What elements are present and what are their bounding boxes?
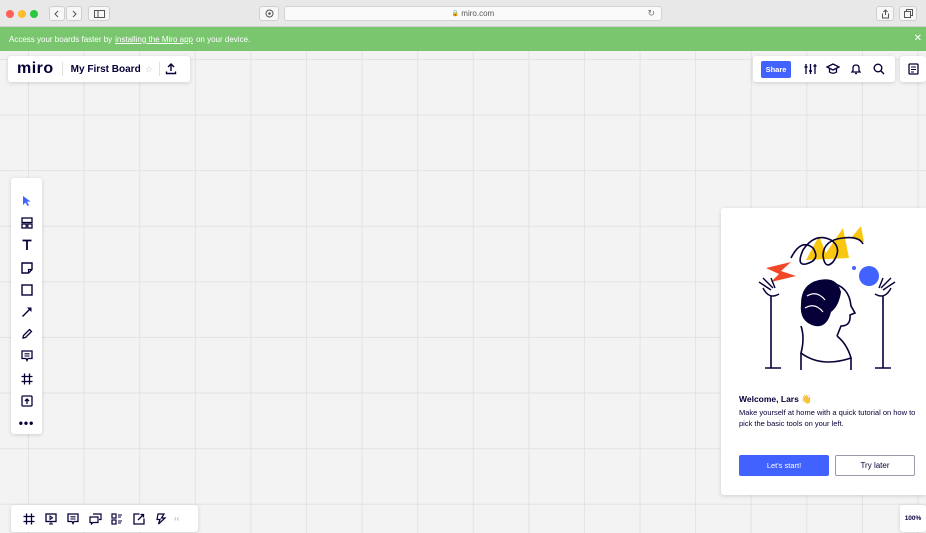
install-app-banner: Access your boards faster by installing … xyxy=(0,27,926,51)
chat-icon xyxy=(88,512,102,525)
upload-tool[interactable] xyxy=(11,390,42,412)
close-window-button[interactable] xyxy=(6,10,14,18)
select-tool[interactable] xyxy=(11,190,42,212)
board-header: miro My First Board ☆ xyxy=(8,56,190,82)
maximize-window-button[interactable] xyxy=(30,10,38,18)
bell-icon xyxy=(850,64,862,75)
install-app-link[interactable]: installing the Miro app xyxy=(115,35,193,44)
settings-button[interactable] xyxy=(799,63,821,75)
welcome-illustration xyxy=(758,226,896,370)
start-tutorial-button[interactable]: Let's start! xyxy=(739,455,829,476)
notes-icon xyxy=(907,63,919,75)
cards-icon xyxy=(111,512,122,525)
search-icon xyxy=(873,63,885,75)
text-icon xyxy=(22,240,31,251)
connection-line-tool[interactable] xyxy=(11,301,42,323)
comment-icon xyxy=(20,350,33,363)
lightning-icon xyxy=(156,512,167,524)
export-button[interactable] xyxy=(160,63,182,75)
frame-tool[interactable] xyxy=(11,368,42,390)
try-later-button[interactable]: Try later xyxy=(835,455,915,476)
comment-tool[interactable] xyxy=(11,345,42,367)
tabs-overview-button[interactable] xyxy=(899,6,917,21)
star-icon[interactable]: ☆ xyxy=(145,64,153,75)
share-page-button[interactable] xyxy=(876,6,894,21)
chat-button[interactable] xyxy=(84,512,106,525)
miro-logo[interactable]: miro xyxy=(8,60,62,78)
tabs-icon xyxy=(903,9,913,18)
frame-icon xyxy=(21,373,32,385)
templates-icon xyxy=(20,217,33,229)
notes-button[interactable] xyxy=(900,56,926,82)
zoom-level[interactable]: 100% xyxy=(900,505,926,532)
upload-icon xyxy=(20,395,33,407)
activity-button[interactable] xyxy=(150,512,172,525)
templates-tool[interactable] xyxy=(11,212,42,234)
shape-icon xyxy=(20,284,33,296)
forward-button[interactable] xyxy=(66,6,82,21)
sticky-note-icon xyxy=(20,261,33,274)
creation-toolbar: ••• xyxy=(11,178,42,434)
presentation-icon xyxy=(45,512,57,524)
connection-line-icon xyxy=(21,307,31,318)
shield-icon xyxy=(265,9,273,18)
share-button[interactable]: Share xyxy=(761,60,791,78)
close-banner-icon[interactable]: ✕ xyxy=(914,33,922,44)
chevron-right-icon xyxy=(72,10,77,17)
text-tool[interactable] xyxy=(11,234,42,256)
lock-icon: 🔒 xyxy=(451,11,460,17)
search-button[interactable] xyxy=(868,63,890,75)
card-view-button[interactable] xyxy=(106,512,128,525)
graduation-cap-icon xyxy=(826,63,840,74)
banner-text-after: on your device. xyxy=(195,34,251,44)
reload-icon[interactable]: ↻ xyxy=(647,8,655,19)
browser-toolbar: 🔒 miro.com ↻ xyxy=(0,0,926,27)
notifications-button[interactable] xyxy=(845,63,867,75)
address-text: miro.com xyxy=(461,9,495,18)
screen-share-icon xyxy=(133,512,145,525)
frame-icon xyxy=(23,513,35,524)
board-actions: Share xyxy=(753,56,895,82)
welcome-body: Make yourself at home with a quick tutor… xyxy=(739,408,916,428)
sidebar-toggle-button[interactable] xyxy=(88,6,110,21)
pen-icon xyxy=(21,328,32,340)
shape-tool[interactable] xyxy=(11,279,42,301)
comments-button[interactable] xyxy=(62,512,84,525)
bottom-toolbar: ‹‹ xyxy=(11,505,198,532)
learning-center-button[interactable] xyxy=(822,63,844,75)
share-icon xyxy=(881,8,889,18)
presentation-button[interactable] xyxy=(40,512,62,525)
chevron-left-icon xyxy=(54,10,59,17)
minimize-window-button[interactable] xyxy=(18,10,26,18)
frames-button[interactable] xyxy=(18,513,40,525)
upload-icon xyxy=(165,63,176,75)
welcome-tutorial-card: Welcome, Lars 👋 Make yourself at home wi… xyxy=(721,208,926,495)
sticky-note-tool[interactable] xyxy=(11,257,42,279)
board-title[interactable]: My First Board xyxy=(63,64,141,75)
address-bar[interactable]: 🔒 miro.com ↻ xyxy=(284,6,662,21)
welcome-title: Welcome, Lars 👋 xyxy=(739,394,812,404)
privacy-report-button[interactable] xyxy=(259,6,279,21)
sidebar-icon xyxy=(93,9,105,18)
banner-text-before: Access your boards faster by xyxy=(9,34,113,44)
pen-tool[interactable] xyxy=(11,323,42,345)
select-icon xyxy=(23,196,31,207)
more-tools-button[interactable]: ••• xyxy=(11,412,42,434)
back-button[interactable] xyxy=(49,6,65,21)
screen-share-button[interactable] xyxy=(128,512,150,525)
collapse-toolbar-icon[interactable]: ‹‹ xyxy=(174,514,179,523)
sliders-icon xyxy=(804,64,816,74)
comment-icon xyxy=(67,512,79,525)
